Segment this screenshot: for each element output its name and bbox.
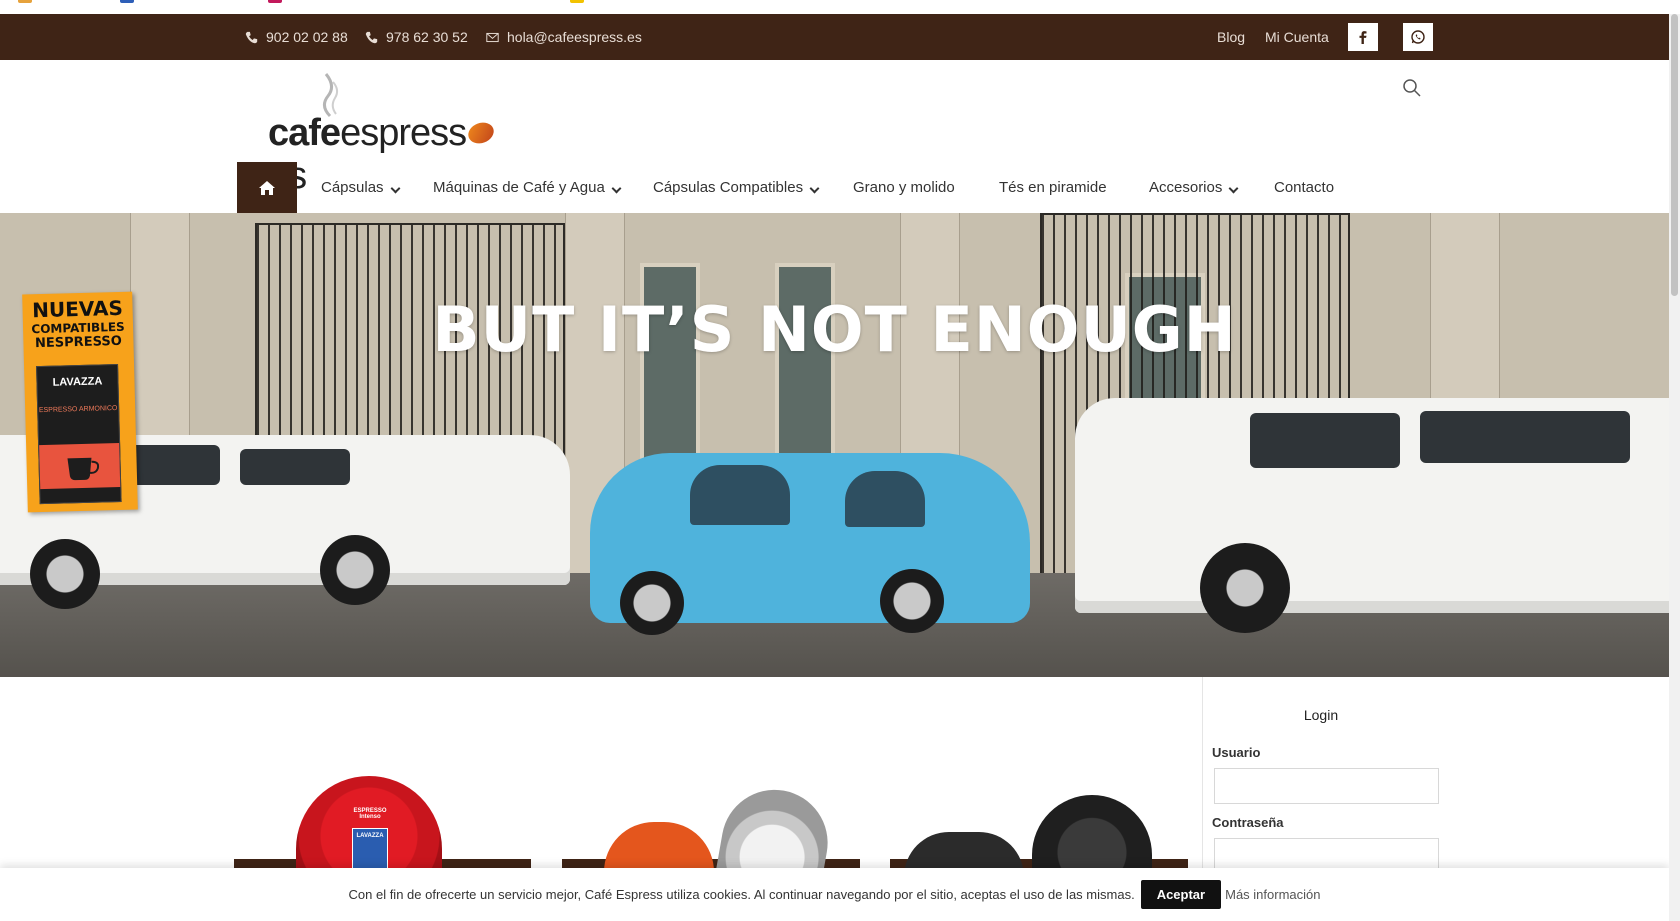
nav-item-label: Cápsulas Compatibles <box>653 179 804 196</box>
nav-item-contacto[interactable]: Contacto <box>1274 162 1334 213</box>
nav-item-capsulas[interactable]: Cápsulas <box>321 162 400 213</box>
envelope-icon <box>486 32 499 42</box>
page: 902 02 02 88 978 62 30 52 hola@cafeespre… <box>0 0 1680 921</box>
main-nav: Cápsulas Máquinas de Café y Agua Cápsula… <box>0 162 1669 213</box>
promo-line-3: NESPRESSO <box>34 333 122 352</box>
car-wheel <box>30 539 100 609</box>
nav-item-label: Cápsulas <box>321 179 384 196</box>
cookie-banner: Con el fin de ofrecerte un servicio mejo… <box>0 868 1669 921</box>
capsule-brand: LAVAZZA <box>356 833 384 839</box>
nav-item-capsulas-compatibles[interactable]: Cápsulas Compatibles <box>653 162 820 213</box>
coffee-cup-icon <box>67 457 100 481</box>
bookmark-icon[interactable] <box>268 0 282 3</box>
limo-window <box>1420 411 1630 463</box>
car-wheel <box>880 569 944 633</box>
email-link[interactable]: hola@cafeespress.es <box>486 14 642 60</box>
phone-2-text: 978 62 30 52 <box>386 29 468 45</box>
car-wheel <box>620 571 684 635</box>
logo-part-bold: cafe <box>268 112 341 154</box>
limo-window <box>240 449 350 485</box>
phone-1-text: 902 02 02 88 <box>266 29 348 45</box>
lavazza-capsule-image[interactable]: ESPRESSO Intenso LAVAZZA <box>296 776 442 876</box>
cookie-more-info-link[interactable]: Más información <box>1225 887 1320 902</box>
facebook-button[interactable] <box>1348 23 1378 51</box>
scrollbar[interactable] <box>1669 14 1680 921</box>
car-wheel <box>320 535 390 605</box>
site-logo[interactable]: cafeespresses <box>268 68 528 197</box>
content-area: ESPRESSO Intenso LAVAZZA Login Usuario C… <box>0 677 1669 889</box>
nav-item-tes-piramide[interactable]: Tés en piramide <box>999 162 1107 213</box>
nav-item-maquinas[interactable]: Máquinas de Café y Agua <box>433 162 622 213</box>
nav-item-label: Máquinas de Café y Agua <box>433 179 605 196</box>
product-cup-graphic <box>39 442 121 490</box>
hero-banner[interactable]: BUT IT’S NOT ENOUGH NUEVAS COMPATIBLES N… <box>0 213 1669 677</box>
search-icon <box>1403 79 1421 97</box>
steam-icon <box>323 73 339 118</box>
promo-line-1: NUEVAS <box>31 295 124 323</box>
chevron-down-icon <box>390 183 400 194</box>
product-box: LAVAZZA ESPRESSO ARMONICO <box>36 363 122 505</box>
logo-part-light: espress <box>340 112 467 154</box>
cookie-text: Con el fin de ofrecerte un servicio mejo… <box>348 887 1135 902</box>
car-window <box>845 471 925 527</box>
bookmark-icon[interactable] <box>120 0 134 3</box>
bookmark-icon[interactable] <box>18 0 32 3</box>
car-wheel <box>1200 543 1290 633</box>
product-brand: LAVAZZA <box>52 375 103 389</box>
phone-icon <box>365 31 378 43</box>
capsule-label: ESPRESSO Intenso <box>353 808 387 820</box>
nav-item-label: Grano y molido <box>853 179 955 196</box>
phone-icon <box>245 31 258 43</box>
username-label: Usuario <box>1212 745 1261 760</box>
phone-2[interactable]: 978 62 30 52 <box>365 14 468 60</box>
product-name: ESPRESSO ARMONICO <box>38 405 118 415</box>
bookmark-icon[interactable] <box>570 0 584 3</box>
password-label: Contraseña <box>1212 815 1284 830</box>
blog-link[interactable]: Blog <box>1217 14 1245 60</box>
phone-1[interactable]: 902 02 02 88 <box>245 14 348 60</box>
nav-item-label: Tés en piramide <box>999 179 1107 196</box>
nav-item-label: Accesorios <box>1149 179 1223 196</box>
cookie-accept-button[interactable]: Aceptar <box>1140 880 1222 909</box>
home-icon <box>259 180 275 195</box>
nav-item-grano-molido[interactable]: Grano y molido <box>853 162 955 213</box>
my-account-link[interactable]: Mi Cuenta <box>1265 14 1329 60</box>
scrollbar-thumb[interactable] <box>1671 14 1678 296</box>
facebook-icon <box>1359 31 1367 44</box>
black-capsule-image[interactable] <box>1032 795 1152 877</box>
username-input[interactable] <box>1214 768 1439 804</box>
promo-badge[interactable]: NUEVAS COMPATIBLES NESPRESSO LAVAZZA ESP… <box>22 291 138 513</box>
nav-item-accesorios[interactable]: Accesorios <box>1149 162 1239 213</box>
hero-title: BUT IT’S NOT ENOUGH <box>432 293 1237 366</box>
nav-item-label: Contacto <box>1274 179 1335 196</box>
limo-window <box>1250 413 1400 468</box>
email-text: hola@cafeespress.es <box>507 29 642 45</box>
login-title: Login <box>1303 707 1339 723</box>
coffee-bean-icon <box>465 119 497 147</box>
whatsapp-icon <box>1411 30 1425 44</box>
search-button[interactable] <box>1402 78 1426 102</box>
site-header: cafeespresses Cápsulas Máquinas de Café … <box>0 60 1669 213</box>
chevron-down-icon <box>1228 183 1239 194</box>
chevron-down-icon <box>809 183 820 194</box>
whatsapp-button[interactable] <box>1403 23 1433 51</box>
bookmarks-bar <box>0 0 1680 14</box>
car-window <box>690 465 790 525</box>
nav-home-button[interactable] <box>237 162 297 213</box>
login-widget: Login Usuario Contraseña <box>1202 677 1442 877</box>
top-contact-bar: 902 02 02 88 978 62 30 52 hola@cafeespre… <box>0 14 1669 60</box>
chevron-down-icon <box>611 183 622 194</box>
